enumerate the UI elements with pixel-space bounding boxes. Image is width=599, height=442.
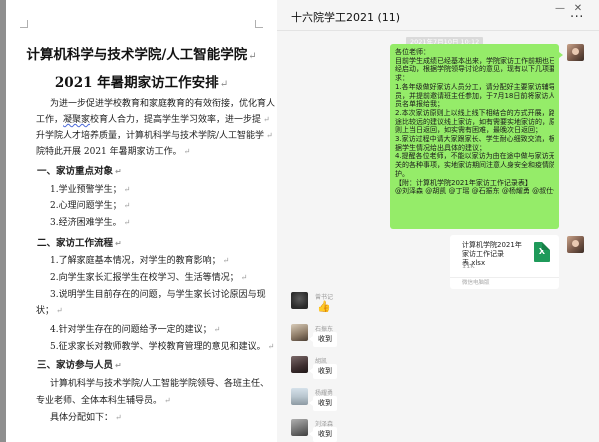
message-line: 经启动，根据学院领导讨论的意见，现有以下几项要 (395, 65, 554, 74)
document-line: 为进一步促进学校教育和家庭教育的有效衔接，优化育人↵ (50, 99, 276, 109)
mention-line: @刘泽森 @胡凯 @丁瑶 @石振东 @杨耀勇 @叔仕伟 (395, 187, 554, 196)
document-line: 2.心理问题学生； ↵ (50, 201, 131, 211)
excel-file-icon: X (534, 242, 550, 262)
document-viewer: 计算机科学与技术学院/人工智能学院↵ 2021 年暑期家访工作安排↵ 为进一步促… (0, 0, 277, 442)
message-line: 求： (395, 74, 409, 83)
file-attachment[interactable]: 计算机学院2021年家访工作记录表.xlsx 11K X 微信电脑版 (450, 235, 559, 289)
document-line: 专业老师、全体本科生辅导员。 ↵ (36, 396, 171, 406)
message-line: 员名单报给我； (395, 100, 444, 109)
message-bubble[interactable]: 收到 (309, 427, 337, 442)
message-line: 护。 (395, 169, 409, 178)
document-line: 4.针对学生存在的问题给予一定的建议； ↵ (50, 325, 221, 335)
chat-message: 杨耀勇 收到 (277, 388, 599, 418)
message-line: 【附：计算机学院2021年家访工作记录表】 (395, 178, 532, 187)
document-line: 计算机科学与技术学院/人工智能学院领导、各班主任、 (50, 379, 270, 389)
member-avatar[interactable] (291, 419, 308, 436)
document-line: 3.经济困难学生。 ↵ (50, 218, 131, 228)
document-line: 升学院人才培养质量，计算机科学与技术学院/人工智能学 ↵ (36, 131, 273, 141)
message-bubble[interactable]: 收到 (309, 364, 337, 379)
document-subtitle: 2021 年暑期家访工作安排↵ (54, 75, 229, 91)
document-line: 工作，凝聚家校育人合力，提高学生学习效率，进一步提 ↵ (36, 115, 270, 125)
chat-window: 十六院学工2021 (11) — ✕ ··· 2021年7月10日 10:12 … (277, 0, 599, 442)
file-size: 11K (462, 262, 475, 270)
self-avatar[interactable] (567, 44, 584, 61)
document-line: 1.学业预警学生； ↵ (50, 185, 131, 195)
message-line: 4.提醒各位老师，不能以家访为由在途中做与家访无 (395, 152, 554, 161)
paragraph-mark-icon: ↵ (219, 79, 229, 90)
message-line: 途比较远的建议线上家访，如有需要实地家访的，原 (395, 117, 554, 126)
member-avatar[interactable] (291, 356, 308, 373)
message-line: 关的各种事项，实地家访期间注意人身安全和疫情防 (395, 161, 554, 170)
file-source-label: 微信电脑版 (450, 277, 559, 289)
section-heading: 二、家访工作流程 ↵ (37, 238, 122, 249)
document-line: 院特此开展 2021 年暑期家访工作。 ↵ (36, 147, 191, 157)
document-line: 3.说明学生目前存在的问题，与学生家长讨论原因与现 (50, 290, 266, 300)
message-bubble[interactable]: 收到 (309, 396, 337, 411)
section-heading: 三、家访参与人员 ↵ (37, 360, 122, 371)
message-line: 各位老师： (395, 48, 430, 56)
message-line: 1.各年级做好家访人员分工，请分配好主要家访辅导 (395, 82, 554, 91)
section-heading: 一、家访重点对象 ↵ (37, 166, 122, 177)
member-avatar[interactable] (291, 292, 308, 309)
document-line: 5.征求家长对教师教学、学校教育管理的意见和建议。 ↵ (50, 342, 275, 352)
chat-header: 十六院学工2021 (11) — ✕ ··· (277, 0, 599, 31)
message-line: 员，并提前邀请班主任参加，于7月18日前将家访人 (395, 91, 554, 100)
document-title: 计算机科学与技术学院/人工智能学院↵ (26, 47, 257, 63)
minimize-button[interactable]: — (553, 3, 567, 15)
spellcheck-underline[interactable]: 凝聚家 (63, 115, 90, 125)
document-line: 2.向学生家长汇报学生在校学习、生活等情况； ↵ (50, 273, 248, 283)
screen: 计算机科学与技术学院/人工智能学院↵ 2021 年暑期家访工作安排↵ 为进一步促… (0, 0, 599, 442)
chat-message: 曾书记 👍 (277, 292, 599, 322)
margin-corner-mark (20, 20, 28, 28)
margin-corner-mark (255, 20, 263, 28)
message-line: 目前学生成绩已经基本出来，学院家访工作前期也已 (395, 56, 554, 65)
chat-title[interactable]: 十六院学工2021 (11) (291, 9, 400, 25)
document-line: 1.了解家庭基本情况，对学生的教育影响； ↵ (50, 256, 230, 266)
self-avatar[interactable] (567, 236, 584, 253)
message-line: 据学生情况给出具体的建议； (395, 143, 486, 152)
thumbs-up-icon[interactable]: 👍 (317, 300, 331, 313)
chat-message: 胡凯 收到 (277, 356, 599, 386)
chat-message: 刘泽森 收到 (277, 419, 599, 442)
message-line: 2.本次家访原则上以线上线下相结合的方式开展，路 (395, 108, 554, 117)
announcement-message[interactable]: 各位老师： 目前学生成绩已经基本出来，学院家访工作前期也已 经启动，根据学院领导… (390, 44, 563, 229)
document-line: 状； ↵ (36, 306, 63, 316)
message-line: 则上当日返回，如实需有困难，最晚次日返回； (395, 126, 542, 135)
more-options-icon[interactable]: ··· (570, 10, 584, 25)
chat-message: 石振东 收到 (277, 324, 599, 354)
member-avatar[interactable] (291, 388, 308, 405)
message-bubble[interactable]: 收到 (309, 332, 337, 347)
message-line: 3.家访过程中请大家跟家长、学生耐心细致交流，根 (395, 135, 554, 144)
member-avatar[interactable] (291, 324, 308, 341)
document-line: 具体分配如下： ↵ (50, 413, 122, 423)
document-page[interactable]: 计算机科学与技术学院/人工智能学院↵ 2021 年暑期家访工作安排↵ 为进一步促… (6, 0, 277, 442)
paragraph-mark-icon: ↵ (248, 51, 257, 62)
